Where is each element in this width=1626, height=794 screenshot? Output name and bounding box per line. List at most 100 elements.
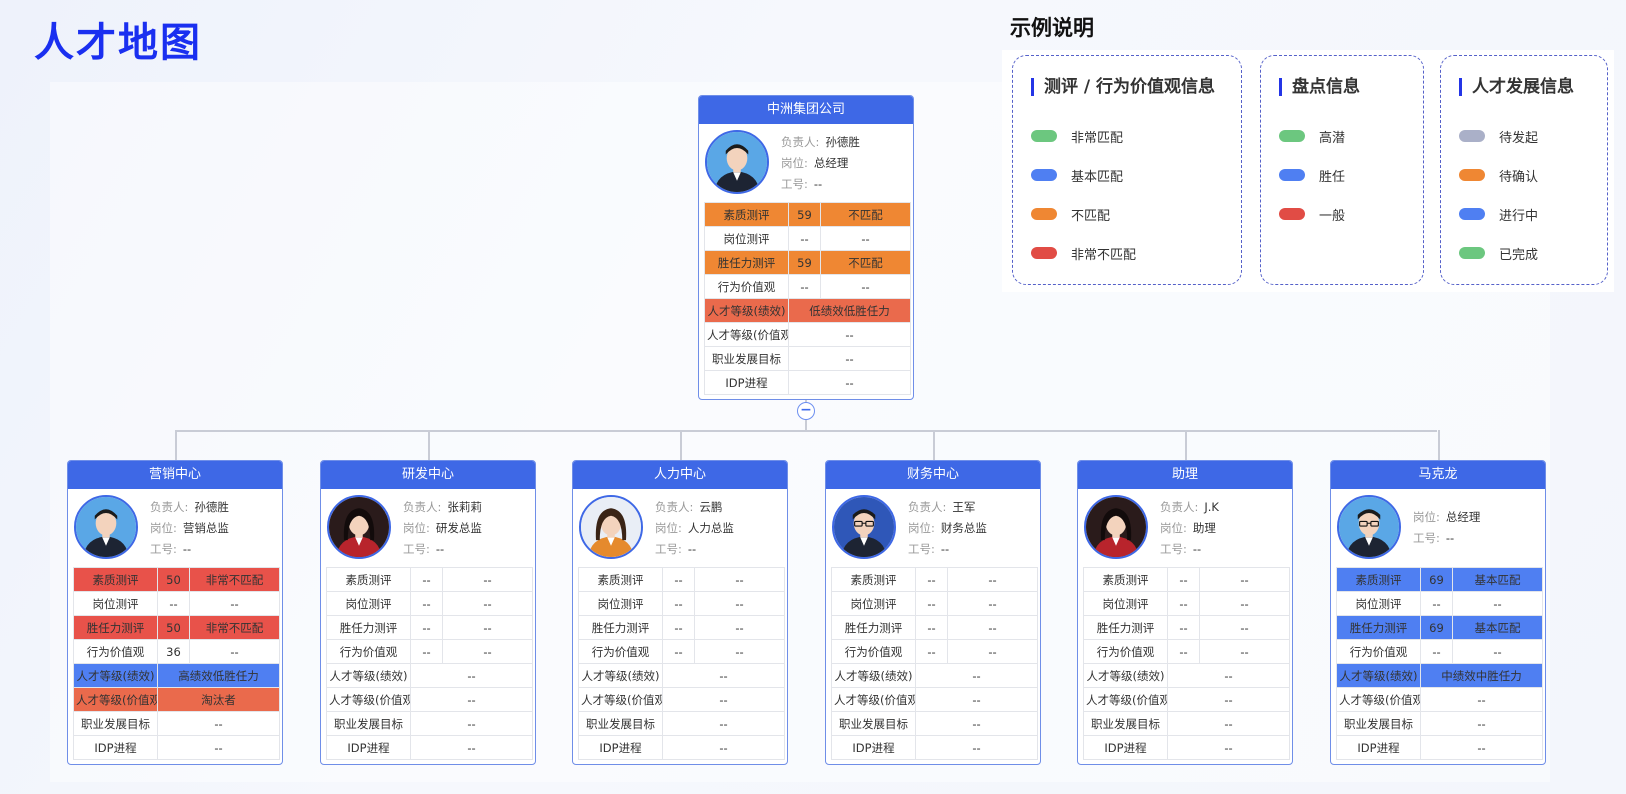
employee-id-field: 工号: -- (1160, 539, 1219, 560)
metric-score: -- (1420, 639, 1453, 664)
collapse-toggle-button[interactable]: − (797, 402, 815, 420)
table-row[interactable]: 职业发展目标 -- (73, 711, 280, 736)
table-row[interactable]: 人才等级(价值观) -- (1083, 687, 1290, 712)
table-row[interactable]: 人才等级(价值观) 淘汰者 (73, 687, 280, 712)
table-row[interactable]: 素质测评 -- -- (831, 567, 1038, 592)
table-row[interactable]: 胜任力测评 50 非常不匹配 (73, 615, 280, 640)
person-portrait-icon (581, 497, 641, 557)
table-row[interactable]: 人才等级(绩效) -- (1083, 663, 1290, 688)
org-node-card[interactable]: 营销中心 负责人: 孙德胜 岗位: 营销总监 工号: -- 素质测评 50 非常不匹配 岗位测评 --… (67, 460, 283, 765)
table-row[interactable]: 人才等级(绩效) -- (831, 663, 1038, 688)
table-row[interactable]: 行为价值观 -- -- (578, 639, 785, 664)
org-node-title[interactable]: 研发中心 (321, 461, 535, 489)
table-row[interactable]: 素质测评 50 非常不匹配 (73, 567, 280, 592)
org-node-card[interactable]: 人力中心负责人: 云鹏 岗位: 人力总监 工号: -- 素质测评 -- -- 岗位测评 -- -- 胜任… (572, 460, 788, 765)
org-node-title[interactable]: 马克龙 (1331, 461, 1545, 489)
table-row[interactable]: 胜任力测评 -- -- (578, 615, 785, 640)
org-node-card[interactable]: 财务中心 负责人: 王军 岗位: 财务总监 工号: -- 素质测评 -- -- 岗位测评 -- -- 胜任… (825, 460, 1041, 765)
table-row[interactable]: IDP进程 -- (1083, 735, 1290, 760)
table-row[interactable]: 行为价值观 -- -- (1083, 639, 1290, 664)
metric-result: -- (820, 226, 911, 251)
table-row[interactable]: IDP进程 -- (73, 735, 280, 760)
table-row[interactable]: 胜任力测评 59 不匹配 (704, 250, 911, 275)
table-row[interactable]: IDP进程 -- (1336, 735, 1543, 760)
table-row[interactable]: 行为价值观 36 -- (73, 639, 280, 664)
table-row[interactable]: 行为价值观 -- -- (831, 639, 1038, 664)
position-field-label: 岗位: (150, 521, 177, 535)
metric-score: 50 (157, 567, 190, 592)
org-node-title[interactable]: 中洲集团公司 (699, 96, 913, 124)
metric-result: -- (662, 663, 785, 688)
avatar[interactable] (832, 495, 896, 559)
table-row[interactable]: 胜任力测评 -- -- (831, 615, 1038, 640)
table-row[interactable]: 岗位测评 -- -- (326, 591, 533, 616)
table-row[interactable]: 行为价值观 -- -- (1336, 639, 1543, 664)
table-row[interactable]: 行为价值观 -- -- (326, 639, 533, 664)
table-row[interactable]: 岗位测评 -- -- (1336, 591, 1543, 616)
org-node-title[interactable]: 财务中心 (826, 461, 1040, 489)
table-row[interactable]: 人才等级(价值观) -- (704, 322, 911, 347)
table-row[interactable]: 素质测评 69 基本匹配 (1336, 567, 1543, 592)
metric-result: -- (694, 639, 785, 664)
table-row[interactable]: 职业发展目标 -- (704, 346, 911, 371)
avatar[interactable] (1337, 495, 1401, 559)
table-row[interactable]: 人才等级(绩效) 中绩效中胜任力 (1336, 663, 1543, 688)
org-node-card[interactable]: 中洲集团公司 负责人: 孙德胜 岗位: 总经理 工号: -- 素质测评 59 不匹配 岗位测评 -- -… (698, 95, 914, 400)
table-row[interactable]: 职业发展目标 -- (326, 711, 533, 736)
table-row[interactable]: 胜任力测评 -- -- (1083, 615, 1290, 640)
table-row[interactable]: 胜任力测评 -- -- (326, 615, 533, 640)
employee-id-field-value: -- (1192, 542, 1202, 556)
table-row[interactable]: 人才等级(绩效) -- (578, 663, 785, 688)
table-row[interactable]: 人才等级(绩效) 低绩效低胜任力 (704, 298, 911, 323)
table-row[interactable]: 职业发展目标 -- (1336, 711, 1543, 736)
avatar[interactable] (74, 495, 138, 559)
table-row[interactable]: 岗位测评 -- -- (578, 591, 785, 616)
table-row[interactable]: 素质测评 -- -- (326, 567, 533, 592)
table-row[interactable]: 岗位测评 -- -- (704, 226, 911, 251)
table-row[interactable]: IDP进程 -- (326, 735, 533, 760)
table-row[interactable]: 行为价值观 -- -- (704, 274, 911, 299)
manager-field-label: 负责人: (1160, 500, 1199, 514)
metric-label: 人才等级(绩效) (326, 663, 411, 688)
table-row[interactable]: 人才等级(绩效) 高绩效低胜任力 (73, 663, 280, 688)
table-row[interactable]: 岗位测评 -- -- (73, 591, 280, 616)
person-details: 负责人: 云鹏 岗位: 人力总监 工号: -- (655, 497, 734, 560)
table-row[interactable]: 素质测评 -- -- (1083, 567, 1290, 592)
table-row[interactable]: 人才等级(价值观) -- (831, 687, 1038, 712)
avatar[interactable] (579, 495, 643, 559)
table-row[interactable]: 素质测评 59 不匹配 (704, 202, 911, 227)
org-node-card[interactable]: 助理 负责人: J.K 岗位: 助理 工号: -- 素质测评 -- -- 岗位测评 -- -- 胜任力测评… (1077, 460, 1293, 765)
table-row[interactable]: 人才等级(价值观) -- (326, 687, 533, 712)
table-row[interactable]: 职业发展目标 -- (578, 711, 785, 736)
table-row[interactable]: 岗位测评 -- -- (831, 591, 1038, 616)
table-row[interactable]: IDP进程 -- (831, 735, 1038, 760)
position-field-label: 岗位: (781, 156, 808, 170)
position-field: 岗位: 助理 (1160, 518, 1219, 539)
metric-result: -- (662, 687, 785, 712)
table-row[interactable]: 素质测评 -- -- (578, 567, 785, 592)
table-row[interactable]: 职业发展目标 -- (1083, 711, 1290, 736)
legend-item: 一般 (1279, 204, 1345, 224)
table-row[interactable]: 职业发展目标 -- (831, 711, 1038, 736)
table-row[interactable]: IDP进程 -- (704, 370, 911, 395)
org-node-title[interactable]: 助理 (1078, 461, 1292, 489)
position-field-value: 总经理 (813, 156, 849, 170)
position-field-value: 研发总监 (435, 521, 482, 535)
table-row[interactable]: 人才等级(价值观) -- (578, 687, 785, 712)
legend-item-label: 高潜 (1319, 130, 1346, 146)
metric-result: -- (442, 615, 533, 640)
org-node-title[interactable]: 营销中心 (68, 461, 282, 489)
table-row[interactable]: 人才等级(价值观) -- (1336, 687, 1543, 712)
table-row[interactable]: 胜任力测评 69 基本匹配 (1336, 615, 1543, 640)
avatar[interactable] (705, 130, 769, 194)
avatar[interactable] (327, 495, 391, 559)
org-node-title[interactable]: 人力中心 (573, 461, 787, 489)
org-node-card[interactable]: 马克龙 岗位: 总经理 工号: -- 素质测评 69 基本匹配 岗位测评 -- -- 胜任力测评 69 基… (1330, 460, 1546, 765)
table-row[interactable]: 岗位测评 -- -- (1083, 591, 1290, 616)
table-row[interactable]: IDP进程 -- (578, 735, 785, 760)
metric-result: -- (1420, 735, 1543, 760)
table-row[interactable]: 人才等级(绩效) -- (326, 663, 533, 688)
avatar[interactable] (1084, 495, 1148, 559)
employee-id-field-label: 工号: (908, 542, 935, 556)
org-node-card[interactable]: 研发中心 负责人: 张莉莉 岗位: 研发总监 工号: -- 素质测评 -- -- 岗位测评 -- -- 胜… (320, 460, 536, 765)
